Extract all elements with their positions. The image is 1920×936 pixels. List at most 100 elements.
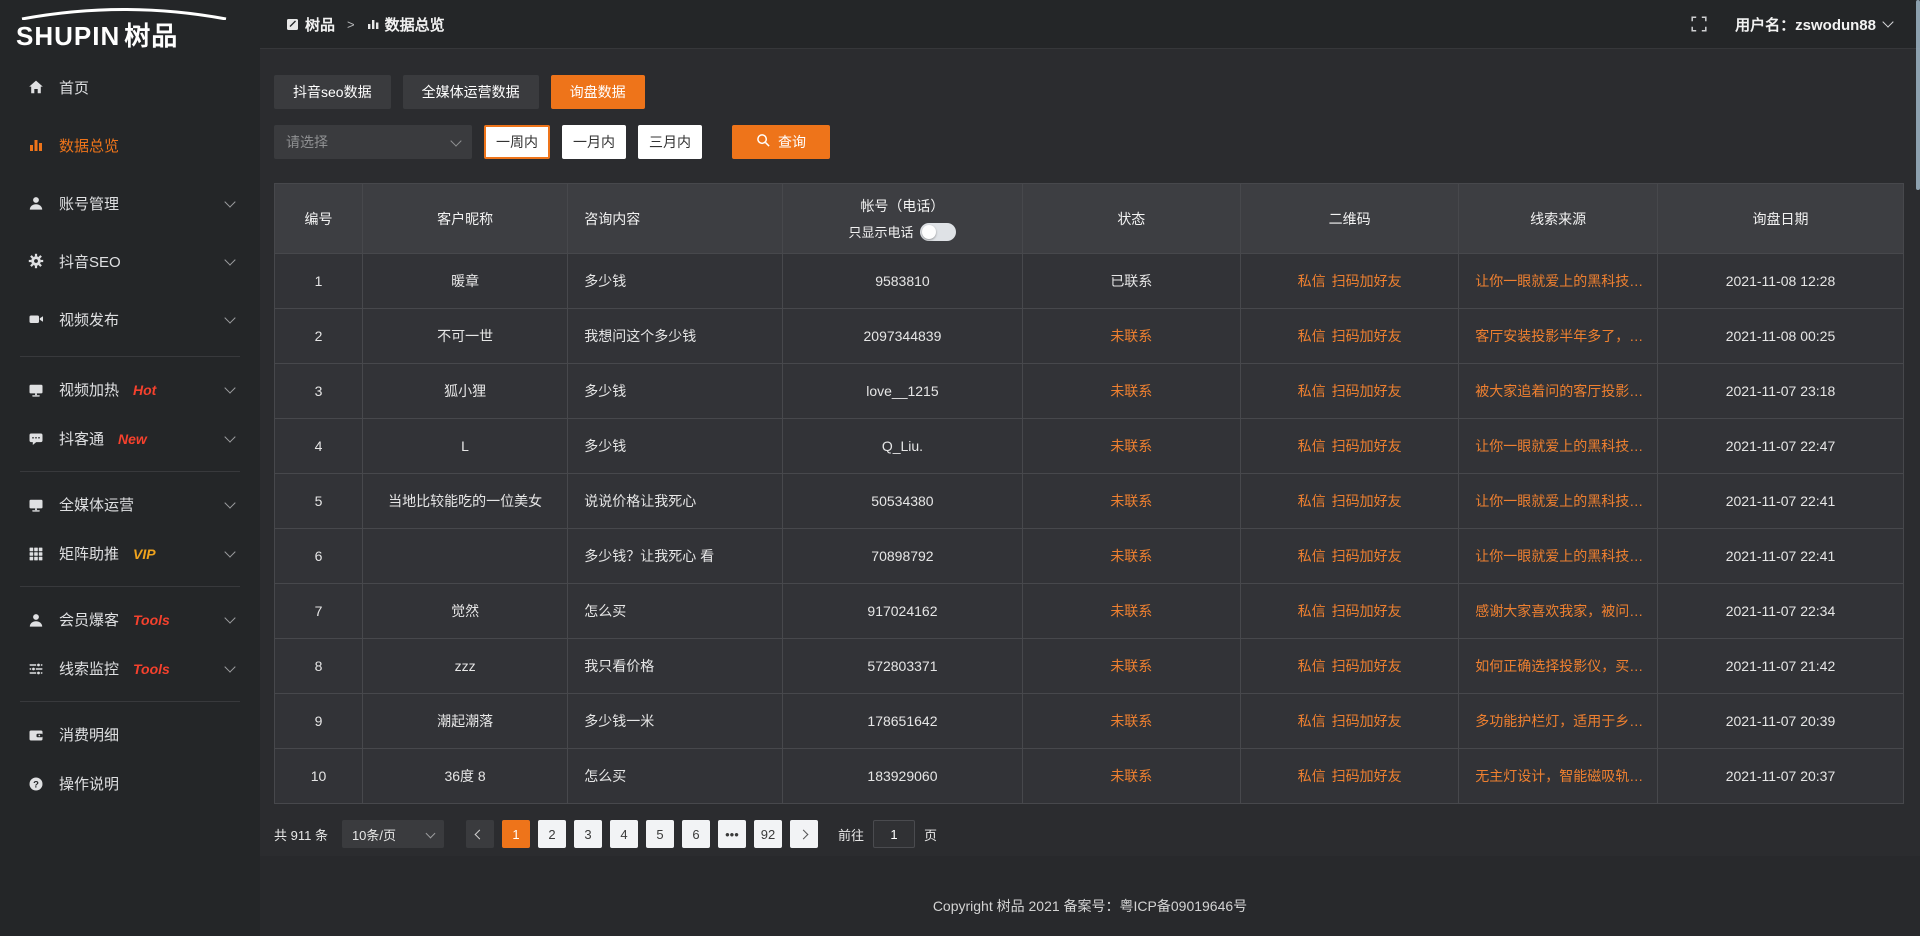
fullscreen-icon[interactable] [1691, 16, 1707, 32]
username-text: 用户名：zswodun88 [1735, 14, 1876, 35]
private-message-link[interactable]: 私信 [1298, 768, 1326, 784]
col-source: 线索来源 [1459, 184, 1658, 254]
page-button-1[interactable]: 1 [502, 820, 530, 848]
private-message-link[interactable]: 私信 [1298, 328, 1326, 344]
more-pages-button[interactable]: ••• [718, 820, 746, 848]
private-message-link[interactable]: 私信 [1298, 603, 1326, 619]
scan-add-friend-link[interactable]: 扫码加好友 [1332, 438, 1402, 454]
range-three-months-button[interactable]: 三月内 [638, 125, 702, 159]
sidebar-item-omnimedia-operation[interactable]: 全媒体运营 [0, 480, 260, 529]
tab-douyin-seo-data[interactable]: 抖音seo数据 [274, 75, 391, 109]
scan-add-friend-link[interactable]: 扫码加好友 [1332, 548, 1402, 564]
sidebar-item-lead-monitoring[interactable]: 线索监控 Tools [0, 644, 260, 693]
sidebar-item-data-overview[interactable]: 数据总览 [0, 116, 260, 174]
next-page-button[interactable] [790, 820, 818, 848]
cell-source[interactable]: 让你一眼就爱上的黑科技，能... [1459, 254, 1658, 309]
page-button-6[interactable]: 6 [682, 820, 710, 848]
prev-page-button[interactable] [466, 820, 494, 848]
scan-add-friend-link[interactable]: 扫码加好友 [1332, 273, 1402, 289]
page-button-5[interactable]: 5 [646, 820, 674, 848]
sidebar-item-video-heating[interactable]: 视频加热 Hot [0, 365, 260, 414]
scrollbar[interactable] [1916, 0, 1920, 936]
scan-add-friend-link[interactable]: 扫码加好友 [1332, 603, 1402, 619]
cell-content: 多少钱 [568, 254, 783, 309]
cell-source[interactable]: 让你一眼就爱上的黑科技，能... [1459, 419, 1658, 474]
chevron-down-icon [224, 431, 235, 442]
vip-badge: VIP [133, 546, 156, 562]
page-button-92[interactable]: 92 [754, 820, 782, 848]
cell-nickname: 觉然 [362, 584, 567, 639]
private-message-link[interactable]: 私信 [1298, 273, 1326, 289]
cell-source[interactable]: 客厅安装投影半年多了，真实... [1459, 309, 1658, 364]
cell-id: 2 [275, 309, 363, 364]
chevron-down-icon [450, 135, 461, 146]
user-menu[interactable]: 用户名：zswodun88 [1735, 14, 1892, 35]
sidebar-item-douketong[interactable]: 抖客通 New [0, 414, 260, 463]
logo-en: SHUPIN [16, 21, 120, 51]
sidebar-item-account-management[interactable]: 账号管理 [0, 174, 260, 232]
scan-add-friend-link[interactable]: 扫码加好友 [1332, 493, 1402, 509]
cell-account: 50534380 [783, 474, 1022, 529]
page-button-3[interactable]: 3 [574, 820, 602, 848]
private-message-link[interactable]: 私信 [1298, 548, 1326, 564]
cell-source[interactable]: 让你一眼就爱上的黑科技，能... [1459, 529, 1658, 584]
sidebar-item-douyin-seo[interactable]: 抖音SEO [0, 232, 260, 290]
phone-only-toggle[interactable] [920, 223, 956, 241]
cell-date: 2021-11-07 22:41 [1657, 474, 1903, 529]
cell-account: 9583810 [783, 254, 1022, 309]
private-message-link[interactable]: 私信 [1298, 658, 1326, 674]
sidebar-item-home[interactable]: 首页 [0, 58, 260, 116]
cell-account: 70898792 [783, 529, 1022, 584]
chat-icon [28, 431, 44, 447]
person-icon [28, 612, 44, 628]
cell-source[interactable]: 如何正确选择投影仪，买投影... [1459, 639, 1658, 694]
scan-add-friend-link[interactable]: 扫码加好友 [1332, 658, 1402, 674]
cell-nickname: zzz [362, 639, 567, 694]
cell-content: 我只看价格 [568, 639, 783, 694]
col-id: 编号 [275, 184, 363, 254]
private-message-link[interactable]: 私信 [1298, 713, 1326, 729]
col-status: 状态 [1022, 184, 1240, 254]
private-message-link[interactable]: 私信 [1298, 438, 1326, 454]
breadcrumb-root[interactable]: 树品 [305, 14, 335, 35]
cell-qrcode: 私信扫码加好友 [1240, 529, 1458, 584]
scan-add-friend-link[interactable]: 扫码加好友 [1332, 713, 1402, 729]
svg-text:?: ? [33, 779, 39, 790]
sidebar-item-instructions[interactable]: ? 操作说明 [0, 759, 260, 808]
scan-add-friend-link[interactable]: 扫码加好友 [1332, 768, 1402, 784]
page-button-4[interactable]: 4 [610, 820, 638, 848]
cell-qrcode: 私信扫码加好友 [1240, 749, 1458, 804]
scan-add-friend-link[interactable]: 扫码加好友 [1332, 383, 1402, 399]
cell-source[interactable]: 被大家追着问的客厅投影分享... [1459, 364, 1658, 419]
private-message-link[interactable]: 私信 [1298, 383, 1326, 399]
cell-date: 2021-11-07 22:34 [1657, 584, 1903, 639]
cell-source[interactable]: 感谢大家喜欢我家，被问了好... [1459, 584, 1658, 639]
sidebar-item-spending-details[interactable]: 消费明细 [0, 710, 260, 759]
goto-page-input[interactable] [873, 820, 915, 848]
cell-source[interactable]: 让你一眼就爱上的黑科技，能... [1459, 474, 1658, 529]
tab-omnimedia-data[interactable]: 全媒体运营数据 [403, 75, 539, 109]
private-message-link[interactable]: 私信 [1298, 493, 1326, 509]
sidebar-item-label: 操作说明 [59, 773, 119, 794]
page-size-select[interactable]: 10条/页 [342, 820, 444, 848]
sidebar-item-member-baoke[interactable]: 会员爆客 Tools [0, 595, 260, 644]
sidebar: SHUPIN树品 首页 数据总览 账号管理 抖音SEO [0, 0, 260, 936]
chevron-down-icon [224, 196, 235, 207]
search-icon [756, 133, 771, 151]
search-button[interactable]: 查询 [732, 125, 830, 159]
tab-inquiry-data[interactable]: 询盘数据 [551, 75, 645, 109]
cell-source[interactable]: 无主灯设计，智能磁吸轨道灯... [1459, 749, 1658, 804]
sidebar-item-matrix-boost[interactable]: 矩阵助推 VIP [0, 529, 260, 578]
page-button-2[interactable]: 2 [538, 820, 566, 848]
scan-add-friend-link[interactable]: 扫码加好友 [1332, 328, 1402, 344]
scrollbar-thumb[interactable] [1916, 0, 1920, 190]
cell-source[interactable]: 多功能护栏灯，适用于乡村文... [1459, 694, 1658, 749]
range-one-week-button[interactable]: 一周内 [484, 125, 550, 159]
logo: SHUPIN树品 [16, 8, 236, 50]
sidebar-item-video-publish[interactable]: 视频发布 [0, 290, 260, 348]
cell-content: 多少钱一米 [568, 694, 783, 749]
table-row: 10 36度 8 怎么买 183929060 未联系 私信扫码加好友 无主灯设计… [275, 749, 1904, 804]
range-one-month-button[interactable]: 一月内 [562, 125, 626, 159]
chevron-down-icon [224, 612, 235, 623]
account-select[interactable]: 请选择 [274, 125, 472, 159]
